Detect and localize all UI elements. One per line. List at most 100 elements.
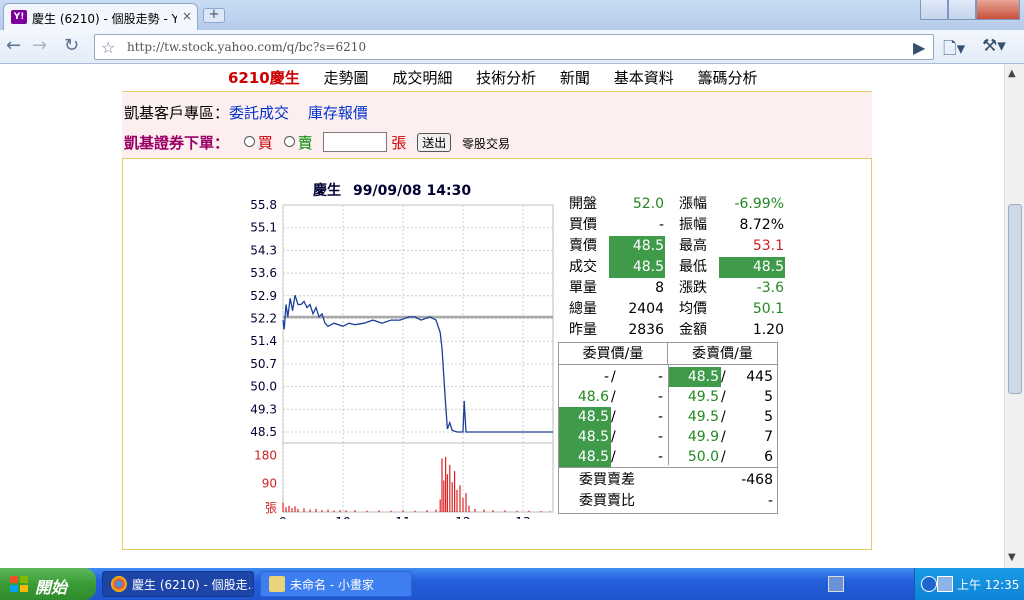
nav-item-chips[interactable]: 籌碼分析: [698, 69, 758, 87]
quote-value: 1.20: [752, 322, 784, 338]
quote-value: 48.5: [609, 257, 665, 278]
chart-stock-name: 慶生: [313, 183, 341, 199]
quote-row: 單量 8 漲跌 -3.6: [567, 278, 787, 299]
quote-value: -6.99%: [734, 196, 784, 212]
odd-lot-link[interactable]: 零股交易: [462, 137, 510, 151]
page-scrollbar[interactable]: ▲ ▼: [1004, 64, 1024, 568]
windows-taskbar: 開始 慶生 (6210) - 個股走... 未命名 - 小畫家 上午 12:35: [0, 568, 1024, 600]
go-arrow-icon[interactable]: ▶: [913, 38, 925, 57]
page-menu-icon[interactable]: 🗋▾: [943, 36, 965, 65]
reload-icon[interactable]: ↻: [64, 37, 79, 55]
forward-arrow-icon[interactable]: →: [32, 37, 47, 55]
taskbar-item-browser[interactable]: 慶生 (6210) - 個股走...: [102, 571, 254, 597]
task2-label: 未命名 - 小畫家: [290, 578, 374, 592]
address-bar[interactable]: ☆ http://tw.stock.yahoo.com/q/bc?s=6210: [94, 34, 934, 60]
ask-separator: /: [721, 449, 726, 465]
tab-title: 慶生 (6210) - 個股走勢 - Y...: [32, 12, 177, 26]
minimize-button[interactable]: [920, 0, 948, 20]
ask-price: 48.5: [669, 367, 721, 387]
buy-label[interactable]: 買: [258, 134, 273, 152]
diff-label: 委買賣差: [579, 472, 635, 488]
quote-value: 8: [655, 280, 664, 296]
ask-price: 49.5: [687, 409, 719, 425]
quote-label: 單量: [569, 280, 597, 296]
scroll-up-icon[interactable]: ▲: [1008, 68, 1016, 79]
quote-value: 2404: [628, 301, 664, 317]
start-button[interactable]: 開始: [0, 568, 96, 600]
bid-price: 48.5: [559, 427, 611, 447]
close-window-button[interactable]: [976, 0, 1020, 20]
nav-item-news[interactable]: 新聞: [560, 69, 590, 87]
bid-ask-ratio-row: 委買賣比 -: [559, 490, 777, 512]
task1-label: 慶生 (6210) - 個股走...: [132, 578, 254, 592]
quote-label: 金額: [679, 322, 707, 338]
order-row: 凱基證券下單： 買 賣 張 送出 零股交易: [124, 132, 510, 153]
broker-panel: 凱基客戶專區：委託成交 庫存報價 凱基證券下單： 買 賣 張 送出 零股交易: [122, 92, 872, 158]
quote-value: 48.5: [719, 257, 785, 278]
order-label: 凱基證券下單：: [124, 134, 230, 152]
nav-item-profile[interactable]: 基本資料: [614, 69, 674, 87]
ask-volume: 5: [764, 389, 773, 405]
nav-item-technical[interactable]: 技術分析: [476, 69, 536, 87]
nav-item-trades[interactable]: 成交明細: [392, 69, 452, 87]
chart-frame: [282, 204, 554, 513]
buy-radio[interactable]: [243, 136, 255, 147]
nav-item-trend[interactable]: 走勢圖: [324, 69, 369, 87]
scroll-down-icon[interactable]: ▼: [1008, 552, 1016, 563]
y-tick-label: 50.7: [250, 357, 277, 371]
quote-label: 漲跌: [679, 280, 707, 296]
x-tick-label: 12: [455, 515, 470, 519]
bid-price: 48.5: [559, 447, 611, 467]
quote-row: 昨量 2836 金額 1.20: [567, 320, 787, 341]
ask-volume: 5: [764, 409, 773, 425]
tab-close-icon[interactable]: ×: [182, 9, 192, 23]
bid-price: 48.5: [559, 407, 611, 427]
ask-volume: 7: [764, 429, 773, 445]
ratio-label: 委買賣比: [579, 493, 635, 509]
inventory-link[interactable]: 庫存報價: [308, 104, 368, 122]
ask-price: 49.9: [687, 429, 719, 445]
quote-label: 振幅: [679, 217, 707, 233]
order-book: 委買價/量 委賣價/量 - / -48.5/445 48.6/-49.5/5 48.5/…: [558, 342, 778, 514]
maximize-button[interactable]: [948, 0, 976, 20]
quote-label: 最高: [679, 238, 707, 254]
page-viewport: 6210慶生 走勢圖 成交明細 技術分析 新聞 基本資料 籌碼分析 凱基客戶專區…: [0, 64, 1004, 568]
order-status-link[interactable]: 委託成交: [229, 104, 289, 122]
tray-expand-icon[interactable]: [921, 576, 937, 592]
book-row: 48.5/-49.5/5: [559, 407, 777, 427]
send-order-button[interactable]: 送出: [417, 133, 452, 152]
browser-tab-bar: Y! 慶生 (6210) - 個股走勢 - Y... × +: [0, 0, 1024, 30]
wrench-menu-icon[interactable]: ⚒▾: [982, 36, 1006, 56]
stock-nav: 6210慶生 走勢圖 成交明細 技術分析 新聞 基本資料 籌碼分析: [228, 67, 777, 89]
sell-label[interactable]: 賣: [298, 134, 313, 152]
sell-radio[interactable]: [283, 136, 295, 147]
ask-separator: /: [721, 429, 726, 445]
url-text[interactable]: http://tw.stock.yahoo.com/q/bc?s=6210: [127, 40, 366, 54]
y-tick-label: 52.2: [250, 312, 277, 326]
y-tick-label: 54.3: [250, 243, 277, 257]
quote-value: 50.1: [752, 301, 784, 317]
diff-value: -468: [741, 472, 773, 488]
y-tick-label: 55.8: [250, 199, 277, 212]
taskbar-tray-app-icon[interactable]: [828, 576, 844, 592]
bid-volume: -: [657, 409, 663, 425]
quote-label: 最低: [679, 259, 707, 275]
quote-value: 53.1: [752, 238, 784, 254]
bookmark-star-icon[interactable]: ☆: [101, 38, 115, 57]
quote-box: 慶生 99/09/08 14:30 55.8 55.1 54.3 53.6 52.9 52.…: [122, 158, 872, 550]
quote-label: 漲幅: [679, 196, 707, 212]
quote-value: -3.6: [756, 280, 784, 296]
quote-value: 8.72%: [739, 217, 784, 233]
paint-icon: [269, 576, 285, 592]
nav-stock-link[interactable]: 6210慶生: [228, 69, 300, 87]
quantity-input[interactable]: [323, 132, 388, 152]
new-tab-button[interactable]: +: [203, 8, 225, 23]
network-icon[interactable]: [937, 576, 953, 592]
bid-separator: /: [611, 409, 616, 425]
back-arrow-icon[interactable]: ←: [6, 37, 21, 55]
browser-tab[interactable]: Y! 慶生 (6210) - 個股走勢 - Y... ×: [3, 3, 198, 30]
y-tick-label: 55.1: [250, 221, 277, 235]
taskbar-item-paint[interactable]: 未命名 - 小畫家: [260, 571, 412, 597]
quote-value: 2836: [628, 322, 664, 338]
scroll-thumb[interactable]: [1008, 204, 1022, 394]
